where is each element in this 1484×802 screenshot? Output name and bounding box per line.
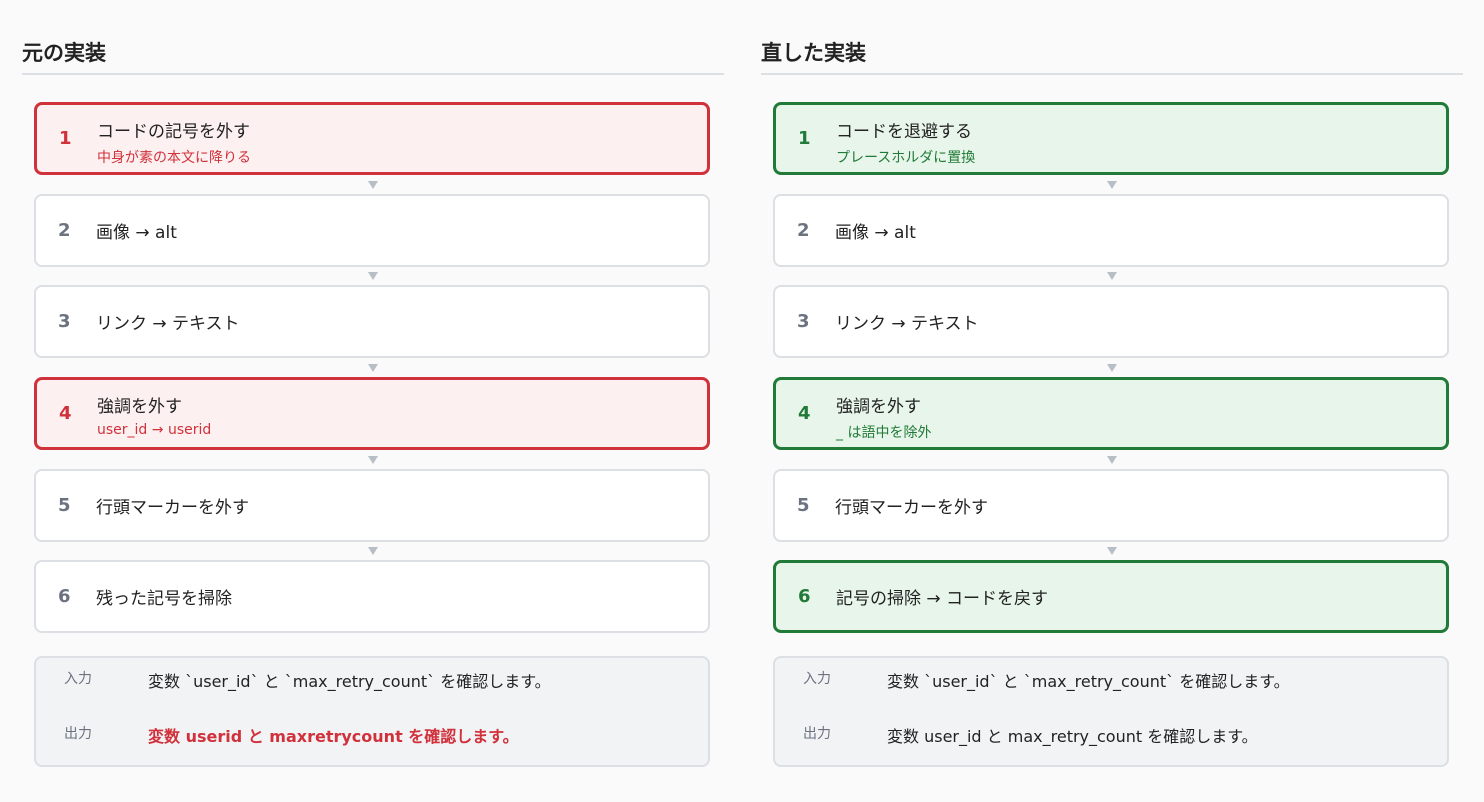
step-3-original: 3 リンク → テキスト	[34, 285, 710, 358]
step-label: リンク → テキスト	[96, 314, 240, 334]
step-5-original: 5 行頭マーカーを外す	[34, 469, 710, 542]
step-number: 6	[798, 586, 811, 607]
flow-arrow-icon	[368, 456, 378, 464]
step-note: user_id → userid	[97, 422, 212, 438]
flow-arrow-icon	[368, 272, 378, 280]
flow-arrow-icon	[368, 181, 378, 189]
step-label: 画像 → alt	[96, 223, 177, 243]
flow-arrow-icon	[368, 364, 378, 372]
step-note: 中身が素の本文に降りる	[97, 150, 251, 166]
step-number: 4	[798, 403, 811, 424]
step-2-fixed: 2 画像 → alt	[773, 194, 1449, 267]
input-value: 変数 `user_id` と `max_retry_count` を確認します。	[148, 672, 551, 691]
step-label: リンク → テキスト	[835, 314, 979, 334]
input-label: 入力	[803, 671, 831, 687]
step-label: 強調を外す	[97, 397, 182, 417]
output-label: 出力	[64, 726, 92, 742]
flow-arrow-icon	[1107, 364, 1117, 372]
step-3-fixed: 3 リンク → テキスト	[773, 285, 1449, 358]
io-example-original: 入力 変数 `user_id` と `max_retry_count` を確認し…	[34, 656, 710, 767]
input-value: 変数 `user_id` と `max_retry_count` を確認します。	[887, 672, 1290, 691]
step-label: 行頭マーカーを外す	[835, 498, 988, 518]
io-example-fixed: 入力 変数 `user_id` と `max_retry_count` を確認し…	[773, 656, 1449, 767]
step-number: 3	[58, 311, 71, 332]
step-label: 残った記号を掃除	[96, 589, 232, 609]
step-5-fixed: 5 行頭マーカーを外す	[773, 469, 1449, 542]
step-6-original: 6 残った記号を掃除	[34, 560, 710, 633]
step-label: 記号の掃除 → コードを戻す	[836, 589, 1049, 609]
step-note: プレースホルダに置換	[836, 150, 976, 166]
flow-arrow-icon	[1107, 272, 1117, 280]
step-label: 画像 → alt	[835, 223, 916, 243]
panel-title: 直した実装	[761, 38, 1463, 75]
step-number: 3	[797, 311, 810, 332]
step-label: コードの記号を外す	[97, 122, 250, 142]
step-number: 5	[797, 495, 810, 516]
output-label: 出力	[803, 726, 831, 742]
step-4-original: 4 強調を外す user_id → userid	[34, 377, 710, 450]
output-value-correct: 変数 user_id と max_retry_count を確認します。	[887, 727, 1258, 746]
step-number: 2	[797, 220, 810, 241]
flow-arrow-icon	[1107, 456, 1117, 464]
step-number: 1	[59, 128, 72, 149]
step-2-original: 2 画像 → alt	[34, 194, 710, 267]
flow-arrow-icon	[1107, 181, 1117, 189]
step-number: 5	[58, 495, 71, 516]
step-1-original: 1 コードの記号を外す 中身が素の本文に降りる	[34, 102, 710, 175]
step-number: 6	[58, 586, 71, 607]
step-label: 行頭マーカーを外す	[96, 498, 249, 518]
step-4-fixed: 4 強調を外す _ は語中を除外	[773, 377, 1449, 450]
step-1-fixed: 1 コードを退避する プレースホルダに置換	[773, 102, 1449, 175]
step-number: 4	[59, 403, 72, 424]
step-label: 強調を外す	[836, 397, 921, 417]
input-label: 入力	[64, 671, 92, 687]
step-label: コードを退避する	[836, 122, 972, 142]
flow-arrow-icon	[368, 547, 378, 555]
step-number: 2	[58, 220, 71, 241]
output-value-broken: 変数 userid と maxretrycount を確認します。	[148, 727, 519, 746]
step-number: 1	[798, 128, 811, 149]
flow-arrow-icon	[1107, 547, 1117, 555]
step-6-fixed: 6 記号の掃除 → コードを戻す	[773, 560, 1449, 633]
panel-title: 元の実装	[22, 38, 724, 75]
step-note: _ は語中を除外	[836, 425, 932, 441]
